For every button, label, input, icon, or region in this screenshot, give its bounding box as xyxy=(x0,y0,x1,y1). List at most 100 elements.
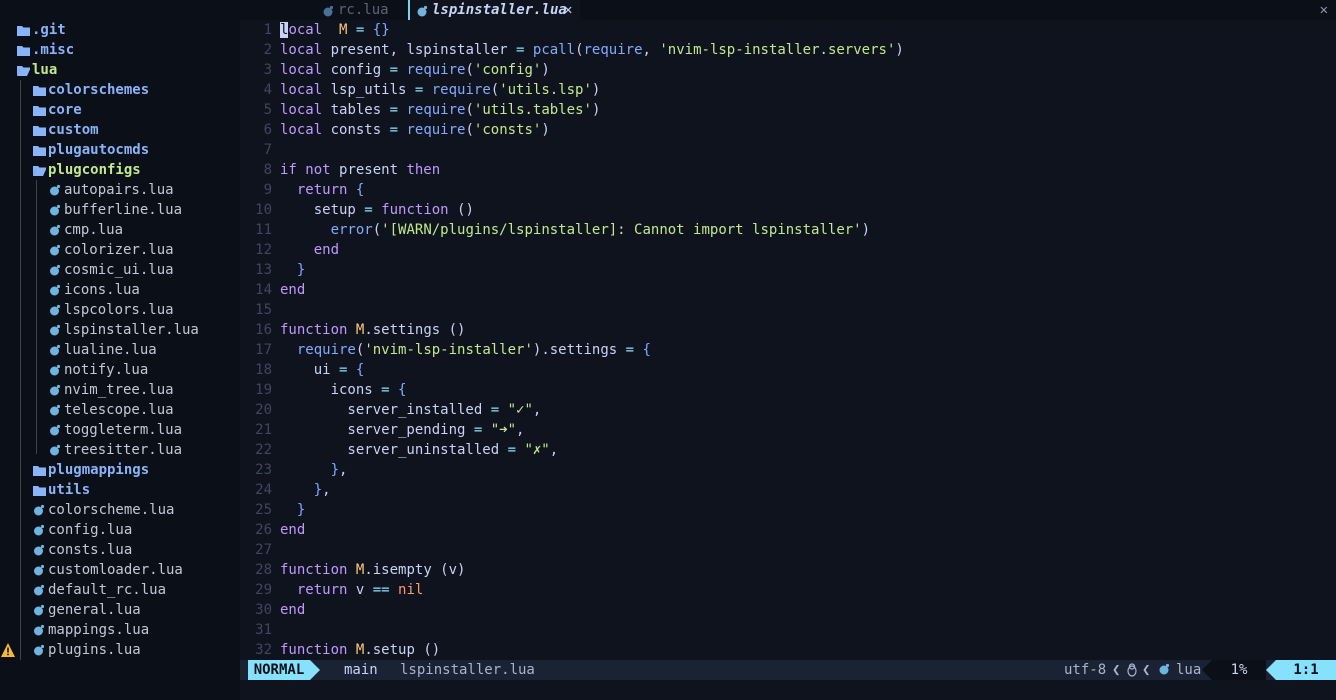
tree-folder[interactable]: utils xyxy=(0,480,240,500)
code-line[interactable]: 16 function M.settings () xyxy=(240,320,1336,340)
code-text: end xyxy=(280,602,306,618)
folder-icon xyxy=(32,100,46,120)
tree-file[interactable]: default_rc.lua xyxy=(0,580,240,600)
code-line[interactable]: 12 end xyxy=(240,240,1336,260)
lua-icon xyxy=(48,240,62,260)
folder-icon xyxy=(16,20,30,40)
line-number: 29 xyxy=(255,582,272,598)
code-line[interactable]: 29 return v == nil xyxy=(240,580,1336,600)
tree-item-label: toggleterm.lua xyxy=(64,422,183,438)
tree-item-label: nvim_tree.lua xyxy=(64,382,174,398)
code-line[interactable]: 23 }, xyxy=(240,460,1336,480)
line-number: 20 xyxy=(255,402,272,418)
code-text: function M.setup () xyxy=(280,642,441,658)
editor-buffer[interactable]: 1 local M = {} 2 local present, lspinstalle… xyxy=(240,20,1336,660)
line-number: 21 xyxy=(255,422,272,438)
line-number: 31 xyxy=(255,622,272,638)
code-line[interactable]: 6 local consts = require('consts') xyxy=(240,120,1336,140)
code-text: end xyxy=(280,522,306,538)
lua-icon xyxy=(32,600,46,620)
code-line[interactable]: 32 function M.setup () xyxy=(240,640,1336,660)
tree-folder[interactable]: plugconfigs xyxy=(0,160,240,180)
line-number: 13 xyxy=(255,262,272,278)
code-text: server_pending = "➜", xyxy=(280,422,525,438)
tree-file[interactable]: colorscheme.lua xyxy=(0,500,240,520)
code-line[interactable]: 25 } xyxy=(240,500,1336,520)
tab-rc-lua[interactable]: rc.lua ✕ xyxy=(280,0,430,20)
tab-lspinstaller-lua[interactable]: lspinstaller.lua ✕ xyxy=(410,0,580,20)
line-number: 6 xyxy=(263,122,272,138)
tree-folder[interactable]: plugautocmds xyxy=(0,140,240,160)
code-line[interactable]: 22 server_uninstalled = "✗", xyxy=(240,440,1336,460)
tree-file[interactable]: consts.lua xyxy=(0,540,240,560)
tabline: rc.lua ✕ lspinstaller.lua ✕ ✕ xyxy=(240,0,1336,20)
code-line[interactable]: 17 require('nvim-lsp-installer').setting… xyxy=(240,340,1336,360)
code-line[interactable]: 30 end xyxy=(240,600,1336,620)
code-line[interactable]: 27 xyxy=(240,540,1336,560)
file-encoding: utf-8 xyxy=(1064,662,1107,678)
line-number: 15 xyxy=(255,302,272,318)
code-line[interactable]: 5 local tables = require('utils.tables') xyxy=(240,100,1336,120)
tree-item-label: consts.lua xyxy=(48,542,133,558)
tree-folder[interactable]: lua xyxy=(0,60,240,80)
code-line[interactable]: 15 xyxy=(240,300,1336,320)
code-text: server_installed = "✓", xyxy=(280,402,542,418)
tree-item-label: telescope.lua xyxy=(64,402,174,418)
tree-item-label: plugins.lua xyxy=(48,642,141,658)
indent-guide xyxy=(36,180,37,454)
tree-folder[interactable]: custom xyxy=(0,120,240,140)
code-line[interactable]: 9 return { xyxy=(240,180,1336,200)
line-number: 11 xyxy=(255,222,272,238)
code-text: end xyxy=(280,282,306,298)
tree-folder[interactable]: colorschemes xyxy=(0,80,240,100)
code-line[interactable]: 7 xyxy=(240,140,1336,160)
tree-item-label: autopairs.lua xyxy=(64,182,174,198)
line-number: 28 xyxy=(255,562,272,578)
tree-item-label: lualine.lua xyxy=(64,342,157,358)
tree-folder[interactable]: .git xyxy=(0,20,240,40)
folder-icon xyxy=(32,120,46,140)
tree-file[interactable]: mappings.lua xyxy=(0,620,240,640)
code-text: icons = { xyxy=(280,382,407,398)
code-line[interactable]: 28 function M.isempty (v) xyxy=(240,560,1336,580)
code-line[interactable]: 24 }, xyxy=(240,480,1336,500)
tree-item-label: treesitter.lua xyxy=(64,442,183,458)
tree-file[interactable]: customloader.lua xyxy=(0,560,240,580)
close-all-icon[interactable]: ✕ xyxy=(1320,0,1328,20)
tree-folder[interactable]: core xyxy=(0,100,240,120)
position-separator xyxy=(1266,660,1276,680)
tab-close-icon[interactable]: ✕ xyxy=(564,0,572,20)
tree-item-label: customloader.lua xyxy=(48,562,183,578)
command-line[interactable] xyxy=(240,680,1336,700)
code-line[interactable]: 20 server_installed = "✓", xyxy=(240,400,1336,420)
code-line[interactable]: 1 local M = {} xyxy=(240,20,1336,40)
code-text: error('[WARN/plugins/lspinstaller]: Cann… xyxy=(330,222,871,238)
code-line[interactable]: 14 end xyxy=(240,280,1336,300)
folder-open-icon xyxy=(32,160,46,180)
tree-file[interactable]: config.lua xyxy=(0,520,240,540)
tree-folder[interactable]: plugmappings xyxy=(0,460,240,480)
code-text: function M.isempty (v) xyxy=(280,562,466,578)
code-line[interactable]: 18 ui = { xyxy=(240,360,1336,380)
tree-file[interactable]: general.lua xyxy=(0,600,240,620)
code-line[interactable]: 4 local lsp_utils = require('utils.lsp') xyxy=(240,80,1336,100)
code-line[interactable]: 26 end xyxy=(240,520,1336,540)
tree-item-label: general.lua xyxy=(48,602,141,618)
lua-icon xyxy=(48,320,62,340)
line-number: 7 xyxy=(263,142,272,158)
tree-folder[interactable]: .misc xyxy=(0,40,240,60)
code-text: local lsp_utils = require('utils.lsp') xyxy=(280,82,601,98)
code-line[interactable]: 3 local config = require('config') xyxy=(240,60,1336,80)
mode-separator xyxy=(310,660,320,680)
code-line[interactable]: 13 } xyxy=(240,260,1336,280)
code-line[interactable]: 21 server_pending = "➜", xyxy=(240,420,1336,440)
code-line[interactable]: 8 if not present then xyxy=(240,160,1336,180)
code-line[interactable]: 31 xyxy=(240,620,1336,640)
code-line[interactable]: 2 local present, lspinstaller = pcall(req… xyxy=(240,40,1336,60)
lua-icon xyxy=(1158,663,1170,675)
tree-file[interactable]: plugins.lua xyxy=(0,640,240,660)
folder-icon xyxy=(32,140,46,160)
code-line[interactable]: 19 icons = { xyxy=(240,380,1336,400)
code-line[interactable]: 10 setup = function () xyxy=(240,200,1336,220)
code-line[interactable]: 11 error('[WARN/plugins/lspinstaller]: C… xyxy=(240,220,1336,240)
